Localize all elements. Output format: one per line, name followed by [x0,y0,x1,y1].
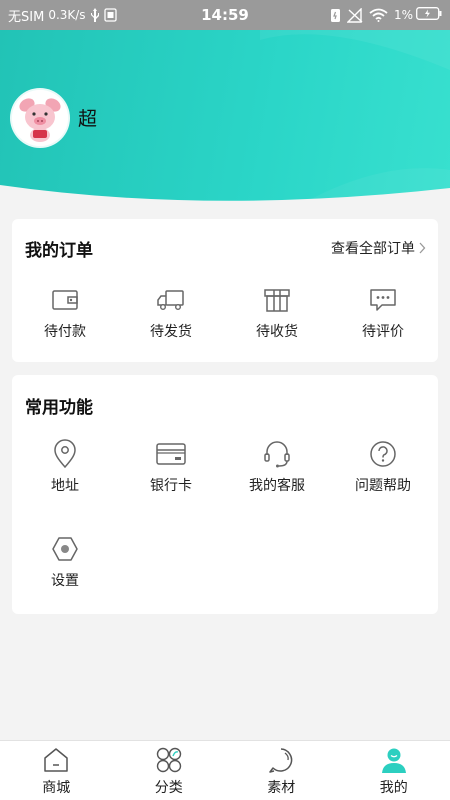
box-icon [261,285,293,315]
nav-label: 商城 [42,780,71,796]
order-pending-review[interactable]: 待评价 [330,285,436,341]
settings-hexagon-icon [49,534,81,564]
function-address[interactable]: 地址 [12,439,118,495]
bank-card-icon [155,439,187,469]
function-label: 设置 [51,573,79,589]
function-settings[interactable]: 设置 [12,534,118,590]
battery-icon [416,7,442,23]
chevron-right-icon [419,242,426,254]
orders-title: 我的订单 [25,241,93,261]
truck-icon [155,285,187,315]
nav-tab-mall[interactable]: 商城 [0,741,113,800]
wifi-icon [369,8,388,22]
status-bar: 无SIM 0.3K/s 14:59 1% [0,0,450,30]
function-label: 问题帮助 [355,478,411,494]
function-label: 我的客服 [249,478,305,494]
order-item-label: 待发货 [150,324,192,340]
order-pending-payment[interactable]: 待付款 [12,285,118,341]
view-all-orders-link[interactable]: 查看全部订单 [331,238,426,258]
material-icon [266,745,296,775]
order-pending-shipment[interactable]: 待发货 [118,285,224,341]
sim-lock-icon [330,8,341,23]
order-item-label: 待评价 [362,324,404,340]
function-label: 地址 [51,478,79,494]
function-bank-card[interactable]: 银行卡 [118,439,224,495]
orders-card: 我的订单 查看全部订单 待付款 待发货 待收货 待评价 [12,219,438,362]
avatar[interactable] [12,90,68,146]
profile-icon [379,745,409,775]
username[interactable]: 超 [78,104,97,131]
help-icon [367,439,399,469]
sd-card-icon [103,8,117,22]
pig-avatar-icon [12,90,68,146]
category-icon [154,745,184,775]
function-customer-service[interactable]: 我的客服 [224,439,330,495]
nav-label: 素材 [267,780,296,796]
order-pending-receipt[interactable]: 待收货 [224,285,330,341]
nav-label: 分类 [154,780,183,796]
functions-title: 常用功能 [25,398,93,418]
nav-tab-material[interactable]: 素材 [225,741,338,800]
network-speed: 0.3K/s [48,8,86,22]
location-pin-icon [49,439,81,469]
nav-tab-category[interactable]: 分类 [113,741,226,800]
nav-tab-mine[interactable]: 我的 [338,741,450,800]
no-signal-icon [346,7,363,23]
carrier-text: 无SIM [8,9,45,25]
nav-label: 我的 [379,780,408,796]
function-help[interactable]: 问题帮助 [330,439,436,495]
home-icon [41,745,71,775]
comment-icon [367,285,399,315]
wallet-icon [49,285,81,315]
battery-indicator: 1% [394,7,442,23]
order-item-label: 待收货 [256,324,298,340]
profile-header: 超 [0,30,450,205]
view-all-orders-label: 查看全部订单 [331,241,415,257]
order-item-label: 待付款 [44,324,86,340]
functions-card: 常用功能 地址 银行卡 我的客服 问题帮助 设置 [12,375,438,614]
bottom-nav: 商城 分类 素材 我的 [0,740,450,800]
usb-icon [90,8,100,22]
function-label: 银行卡 [150,478,192,494]
headset-icon [261,439,293,469]
battery-percent: 1% [393,8,413,22]
